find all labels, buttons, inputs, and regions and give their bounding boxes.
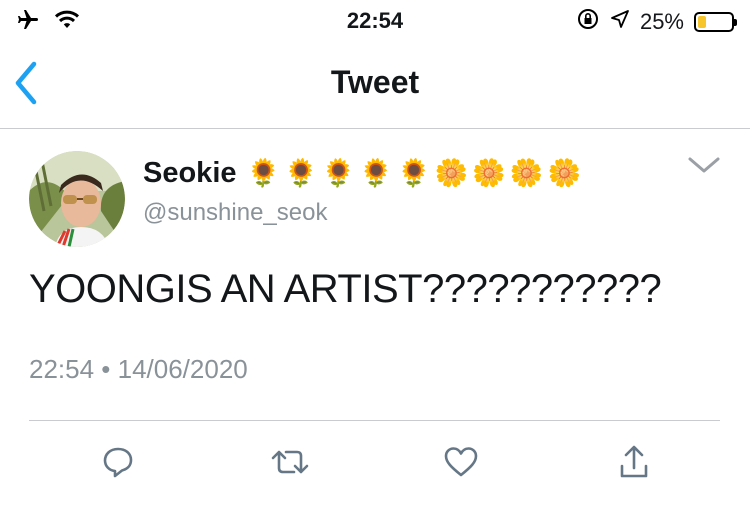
avatar-image <box>29 151 125 247</box>
reply-icon <box>100 444 136 485</box>
like-button[interactable] <box>437 440 485 488</box>
moon-icon <box>548 9 566 34</box>
divider <box>29 420 720 421</box>
nav-bar: Tweet <box>0 40 750 129</box>
more-options-button[interactable] <box>684 153 724 181</box>
avatar[interactable] <box>29 151 125 247</box>
page-title: Tweet <box>330 64 420 100</box>
tweet-actions <box>0 440 750 490</box>
tweet-timestamp: 22:54 • 14/06/2020 <box>29 354 248 384</box>
display-name-text: Seokie <box>143 157 237 189</box>
retweet-icon <box>270 444 310 485</box>
orientation-lock-icon <box>576 7 600 36</box>
reply-button[interactable] <box>94 440 142 488</box>
retweet-button[interactable] <box>266 440 314 488</box>
battery-level <box>698 15 706 28</box>
chevron-down-icon <box>684 157 724 181</box>
status-bar: 22:54 25% <box>0 0 750 40</box>
share-icon <box>618 444 650 485</box>
status-right-group: 25% <box>548 7 737 36</box>
user-handle[interactable]: @sunshine_seok <box>143 199 327 227</box>
tweet-text: YOONGIS AN ARTIST??????????? <box>29 267 662 311</box>
display-name[interactable]: Seokie 🌻🌻🌻🌻🌻🌼🌼🌼🌼 <box>143 157 585 190</box>
share-button[interactable] <box>610 440 658 488</box>
like-icon <box>443 445 479 484</box>
display-name-emoji: 🌻🌻🌻🌻🌻🌼🌼🌼🌼 <box>246 158 586 188</box>
location-icon <box>610 9 630 34</box>
battery-icon <box>694 11 737 32</box>
battery-percent: 25% <box>639 8 684 34</box>
